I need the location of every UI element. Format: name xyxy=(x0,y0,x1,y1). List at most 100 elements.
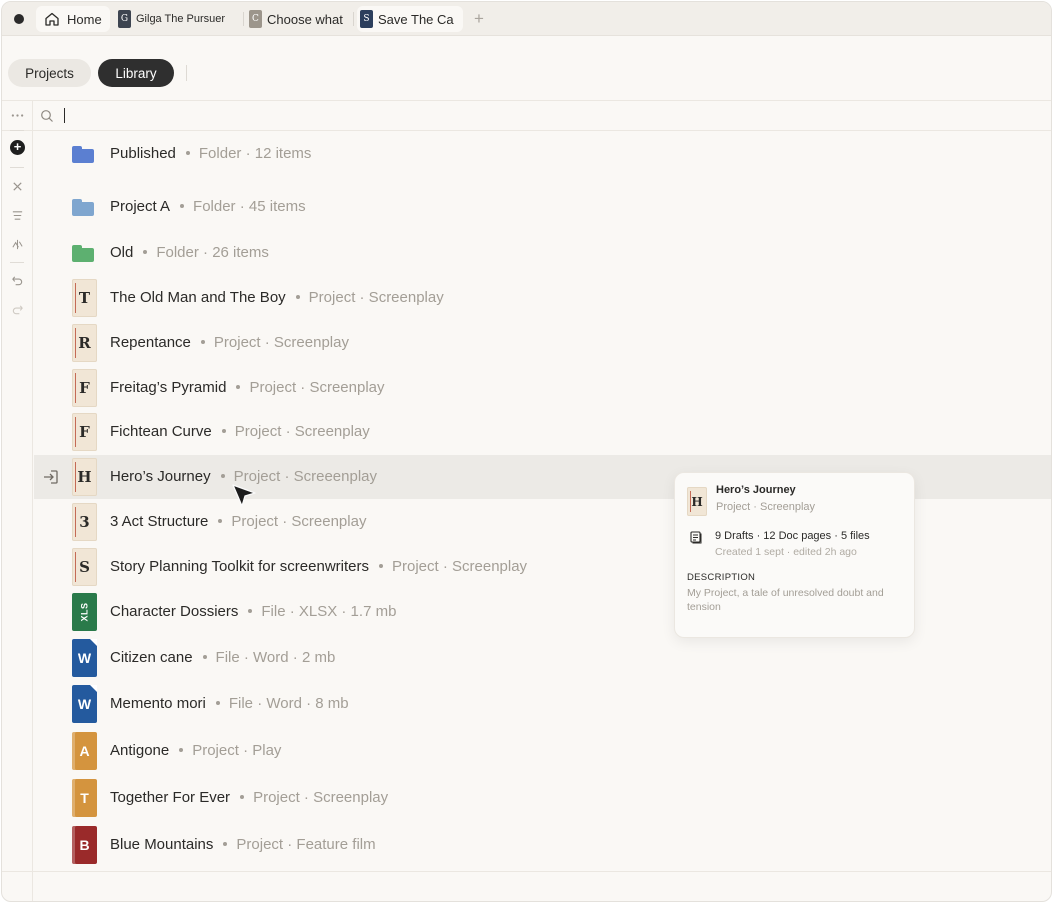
document-thumbnail-icon: C xyxy=(249,10,262,28)
divider xyxy=(2,100,1051,101)
item-label: Published Folder · 12 items xyxy=(110,145,311,162)
projects-button[interactable]: Projects xyxy=(8,59,91,87)
redo-icon[interactable] xyxy=(8,300,26,318)
app-window: Home G Gilga The Pursuer C Choose what S… xyxy=(1,1,1052,902)
separator-dot xyxy=(295,295,300,300)
close-icon[interactable] xyxy=(8,177,26,195)
popover-dates: Created 1 sept · edited 2h ago xyxy=(715,546,857,558)
item-label: Fichtean Curve Project · Screenplay xyxy=(110,423,370,440)
item-label: Blue Mountains Project · Feature film xyxy=(110,836,376,853)
item-name: Story Planning Toolkit for screenwriters xyxy=(110,558,369,575)
tab-label: Save The Ca xyxy=(378,11,454,27)
divider xyxy=(10,262,24,263)
popover-title: Hero’s Journey xyxy=(716,484,796,496)
add-icon[interactable]: + xyxy=(10,140,25,155)
separator-dot xyxy=(180,204,185,209)
list-item[interactable]: W Citizen cane File · Word · 2 mb xyxy=(34,636,1051,680)
library-button[interactable]: Library xyxy=(98,59,174,87)
popover-subtitle: Project · Screenplay xyxy=(716,501,816,513)
document-thumbnail-icon: S xyxy=(360,10,373,28)
item-meta: Folder · 45 items xyxy=(193,198,306,215)
separator-dot xyxy=(220,474,225,479)
list-item[interactable]: Old Folder · 26 items xyxy=(34,231,1051,275)
word-file-icon: W xyxy=(72,639,97,677)
description-text: My Project, a tale of unresolved doubt a… xyxy=(687,587,884,613)
list-item[interactable]: T The Old Man and The Boy Project · Screen… xyxy=(34,276,1051,320)
list-item[interactable]: Project A Folder · 45 items xyxy=(34,185,1051,229)
item-name: 3 Act Structure xyxy=(110,513,209,530)
tab-divider xyxy=(243,12,244,26)
item-name: Character Dossiers xyxy=(110,603,239,620)
separator-dot xyxy=(240,795,245,800)
undo-icon[interactable] xyxy=(8,271,26,289)
tab-document-1[interactable]: G Gilga The Pursuer xyxy=(115,6,243,32)
list-item[interactable]: F Freitag’s Pyramid Project · Screenplay xyxy=(34,366,1051,410)
separator-dot xyxy=(200,340,205,345)
item-name: Citizen cane xyxy=(110,649,193,666)
item-name: Old xyxy=(110,244,134,261)
home-icon xyxy=(45,12,59,26)
search-input[interactable] xyxy=(62,106,462,126)
divider xyxy=(186,65,187,81)
project-cover-icon: T xyxy=(72,279,97,317)
folder-icon xyxy=(72,199,94,216)
separator-dot xyxy=(218,519,223,524)
list-item[interactable]: R Repentance Project · Screenplay xyxy=(34,321,1051,365)
sort-icon[interactable] xyxy=(8,235,26,253)
window-dot-icon[interactable] xyxy=(14,14,24,24)
item-label: Memento mori File · Word · 8 mb xyxy=(110,695,349,712)
tab-bar: Home G Gilga The Pursuer C Choose what S… xyxy=(2,2,1051,36)
item-meta: Project · Feature film xyxy=(236,836,376,853)
more-icon[interactable] xyxy=(8,106,26,124)
tab-document-2[interactable]: C Choose what xyxy=(246,6,352,32)
list-item[interactable]: F Fichtean Curve Project · Screenplay xyxy=(34,410,1051,454)
item-name: Freitag’s Pyramid xyxy=(110,379,227,396)
item-name: Together For Ever xyxy=(110,789,231,806)
list-item[interactable]: W Memento mori File · Word · 8 mb xyxy=(34,682,1051,726)
folder-icon xyxy=(72,245,94,262)
divider xyxy=(10,167,24,168)
separator-dot xyxy=(143,250,148,255)
separator-dot xyxy=(379,564,383,569)
item-name: Blue Mountains xyxy=(110,836,214,853)
list-item[interactable]: B Blue Mountains Project · Feature film xyxy=(34,823,1051,867)
item-meta: Project · Screenplay xyxy=(231,513,367,530)
project-cover-icon: F xyxy=(72,369,97,407)
document-stack-icon xyxy=(690,531,702,544)
item-label: Repentance Project · Screenplay xyxy=(110,334,349,351)
project-preview-popover: H Hero’s Journey Project · Screenplay 9 … xyxy=(674,472,915,638)
tab-document-3[interactable]: S Save The Ca xyxy=(357,6,463,32)
separator-dot xyxy=(215,701,220,706)
item-label: Story Planning Toolkit for screenwriters… xyxy=(110,558,527,575)
open-icon[interactable] xyxy=(42,468,60,486)
item-label: Together For Ever Project · Screenplay xyxy=(110,789,388,806)
tab-home-label: Home xyxy=(67,11,102,27)
new-tab-button[interactable]: + xyxy=(474,9,484,29)
text-caret xyxy=(64,108,65,123)
book-cover-icon: A xyxy=(72,732,97,770)
item-label: Antigone Project · Play xyxy=(110,742,281,759)
divider xyxy=(2,130,1051,131)
separator-dot xyxy=(202,655,207,660)
separator-dot xyxy=(185,151,190,156)
item-meta: File · XLSX · 1.7 mb xyxy=(261,603,397,620)
project-cover-icon: 3 xyxy=(72,503,97,541)
item-name: Project A xyxy=(110,198,171,215)
item-meta: Project · Screenplay xyxy=(253,789,389,806)
project-cover-icon: R xyxy=(72,324,97,362)
list-item[interactable]: T Together For Ever Project · Screenplay xyxy=(34,776,1051,820)
item-label: Citizen cane File · Word · 2 mb xyxy=(110,649,335,666)
list-item[interactable]: A Antigone Project · Play xyxy=(34,729,1051,773)
item-name: Hero’s Journey xyxy=(110,468,211,485)
separator-dot xyxy=(179,748,184,753)
popover-stats: 9 Drafts · 12 Doc pages · 5 files xyxy=(715,530,870,542)
item-meta: Project · Play xyxy=(192,742,282,759)
item-meta: Folder · 12 items xyxy=(198,145,312,162)
list-item[interactable]: Published Folder · 12 items xyxy=(34,132,1051,176)
list-icon[interactable] xyxy=(8,206,26,224)
tab-home[interactable]: Home xyxy=(36,6,110,32)
item-name: Repentance xyxy=(110,334,191,351)
item-meta: Project · Screenplay xyxy=(249,379,385,396)
project-cover-icon: S xyxy=(72,548,97,586)
folder-icon xyxy=(72,146,94,163)
